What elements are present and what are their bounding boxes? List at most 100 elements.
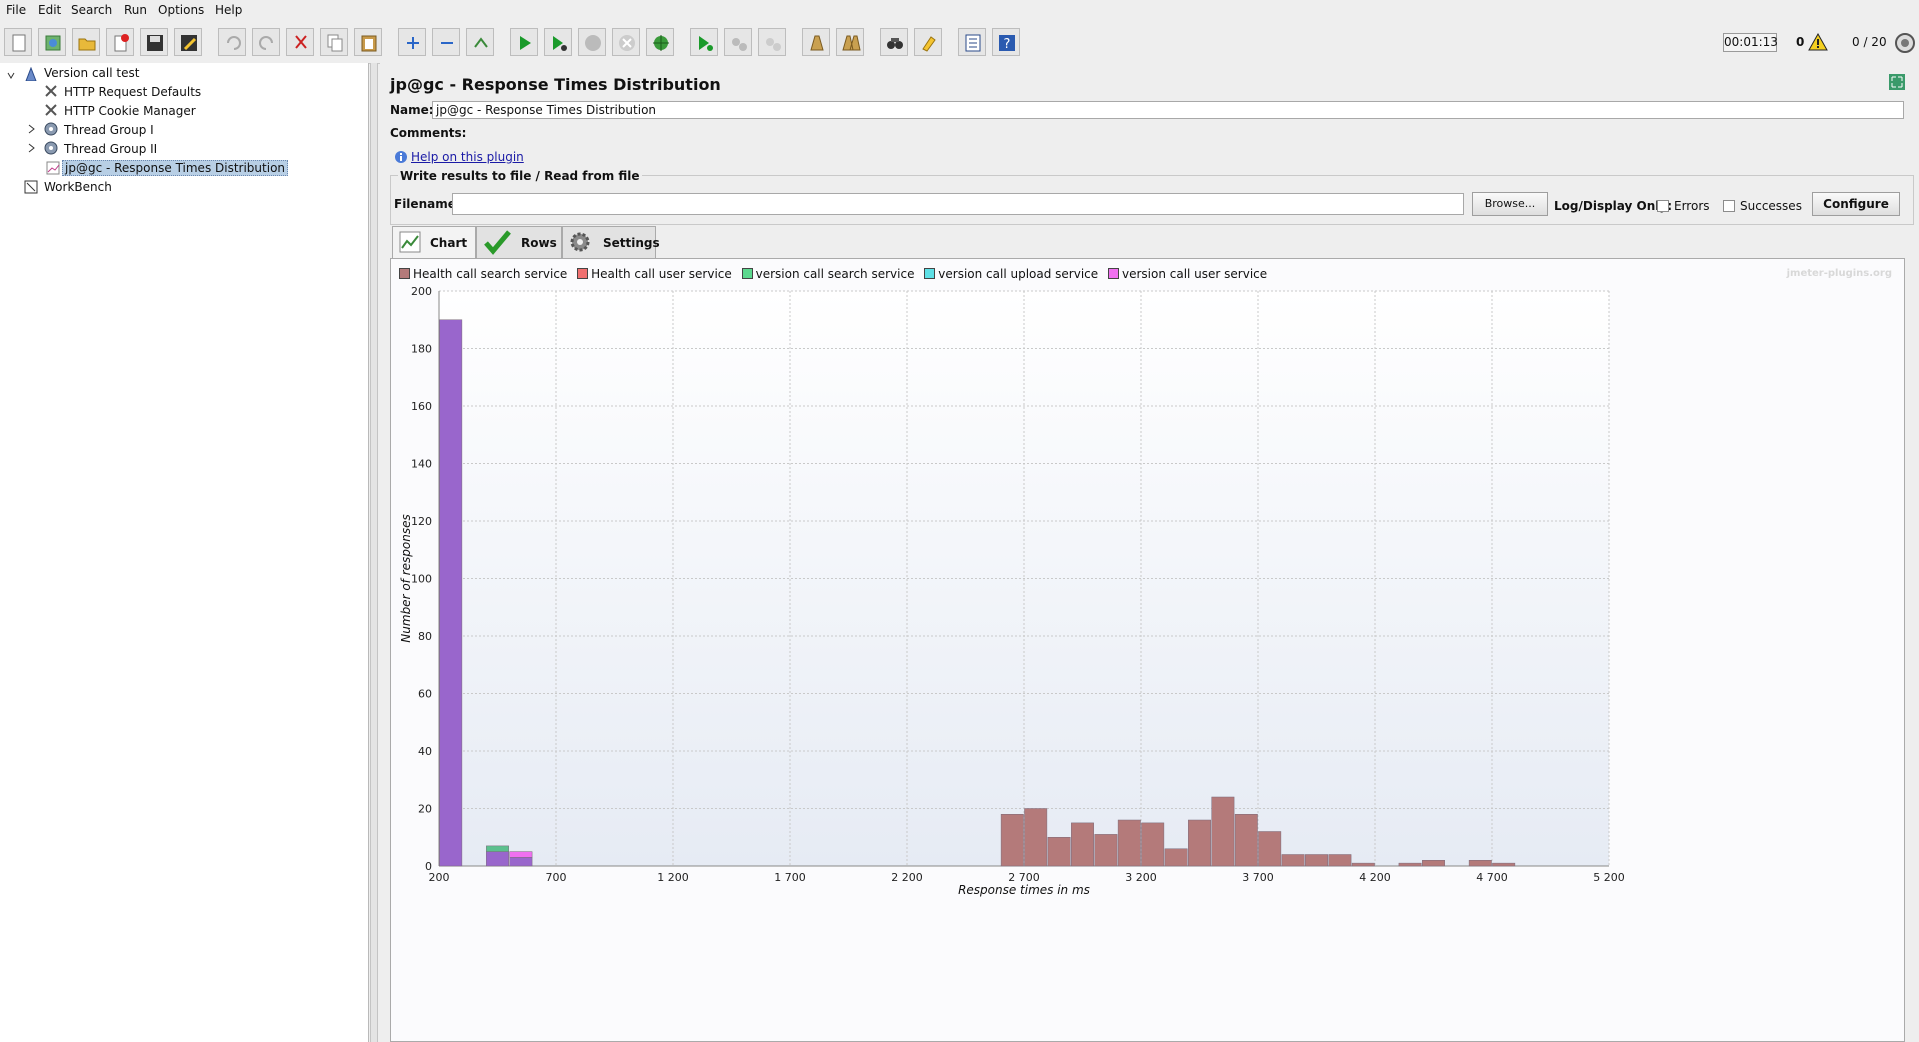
tab-rows[interactable]: Rows xyxy=(476,226,562,258)
expand-icon[interactable] xyxy=(398,28,426,56)
x-tick-label: 200 xyxy=(429,871,450,884)
y-tick-label: 20 xyxy=(418,803,432,816)
x-axis-label: Response times in ms xyxy=(958,883,1090,897)
tab-chart[interactable]: Chart xyxy=(392,226,476,258)
templates-icon[interactable] xyxy=(38,28,66,56)
chart-bar xyxy=(1328,854,1352,867)
remote-start-all-icon[interactable] xyxy=(690,28,718,56)
new-icon[interactable] xyxy=(4,28,32,56)
undo-icon[interactable] xyxy=(218,28,246,56)
chart-bar xyxy=(1094,834,1118,867)
clear-icon[interactable] xyxy=(802,28,830,56)
x-tick-label: 5 200 xyxy=(1593,871,1625,884)
chart-bar xyxy=(486,851,509,867)
maximize-icon[interactable] xyxy=(1888,73,1906,91)
configure-button[interactable]: Configure xyxy=(1812,192,1900,216)
errors-label: Errors xyxy=(1674,199,1710,213)
thread-group-gear-icon xyxy=(44,141,58,155)
save-icon[interactable] xyxy=(140,28,168,56)
help-link[interactable]: Help on this plugin xyxy=(411,150,524,164)
cut-icon[interactable] xyxy=(286,28,314,56)
menu-edit[interactable]: Edit xyxy=(38,3,61,17)
listener-panel: jp@gc - Response Times Distribution Name… xyxy=(380,63,1919,1042)
remote-shutdown-icon[interactable] xyxy=(758,28,786,56)
config-wrench-icon xyxy=(45,85,57,97)
remote-start-icon[interactable] xyxy=(646,28,674,56)
tree-item-cookie-manager[interactable]: HTTP Cookie Manager xyxy=(64,104,196,118)
tree-item-thread-group-1[interactable]: Thread Group I xyxy=(64,123,154,137)
menu-search[interactable]: Search xyxy=(71,3,112,17)
browse-button[interactable]: Browse... xyxy=(1472,192,1548,216)
paste-icon[interactable] xyxy=(354,28,382,56)
start-icon[interactable] xyxy=(510,28,538,56)
chart-bar xyxy=(1024,808,1048,867)
y-tick-label: 160 xyxy=(411,400,432,413)
x-tick-label: 700 xyxy=(546,871,567,884)
info-icon xyxy=(395,151,407,163)
chart-bar xyxy=(1211,796,1235,867)
expand-toggle-icon[interactable] xyxy=(26,142,40,156)
warning-icon[interactable] xyxy=(1808,33,1828,51)
chart-bar xyxy=(1117,819,1141,867)
remote-stop-icon[interactable] xyxy=(724,28,752,56)
toggle-icon[interactable] xyxy=(466,28,494,56)
menu-run[interactable]: Run xyxy=(124,3,147,17)
y-tick-label: 100 xyxy=(411,573,432,586)
collapse-icon[interactable] xyxy=(432,28,460,56)
status-globe-icon xyxy=(1895,33,1915,53)
open-icon[interactable] xyxy=(72,28,100,56)
y-tick-label: 40 xyxy=(418,745,432,758)
elapsed-time: 00:01:13 xyxy=(1723,33,1778,52)
redo-icon[interactable] xyxy=(252,28,280,56)
config-wrench-icon xyxy=(45,104,57,116)
save-as-icon[interactable] xyxy=(174,28,202,56)
tab-settings[interactable]: Settings xyxy=(562,226,660,258)
tab-chart-label: Chart xyxy=(430,236,468,250)
workbench-icon xyxy=(24,180,38,194)
comments-field[interactable] xyxy=(462,123,1905,141)
stop-icon[interactable] xyxy=(578,28,606,56)
menu-options[interactable]: Options xyxy=(158,3,204,17)
copy-icon[interactable] xyxy=(320,28,348,56)
name-field[interactable]: jp@gc - Response Times Distribution xyxy=(432,101,1904,119)
x-tick-label: 3 700 xyxy=(1242,871,1274,884)
chart-bar xyxy=(1422,860,1445,867)
tree-item-response-times-distribution[interactable]: jp@gc - Response Times Distribution xyxy=(62,160,289,176)
close-icon[interactable] xyxy=(106,28,134,56)
chart-bar xyxy=(1047,837,1071,867)
expand-toggle-icon[interactable] xyxy=(26,123,40,137)
search-icon[interactable] xyxy=(880,28,908,56)
errors-checkbox[interactable] xyxy=(1657,200,1669,212)
help-icon[interactable]: ? xyxy=(992,28,1020,56)
menu-bar: File Edit Search Run Options Help xyxy=(0,0,1919,20)
filename-label: Filename xyxy=(394,197,456,211)
chart-bar xyxy=(1492,862,1516,867)
split-pane-divider[interactable] xyxy=(370,63,378,1042)
y-tick-label: 180 xyxy=(411,343,432,356)
clear-all-icon[interactable] xyxy=(836,28,864,56)
x-tick-label: 1 700 xyxy=(774,871,806,884)
collapse-toggle-icon[interactable] xyxy=(4,69,18,83)
reset-search-icon[interactable] xyxy=(914,28,942,56)
tree-item-thread-group-2[interactable]: Thread Group II xyxy=(64,142,157,156)
tree-root-label[interactable]: Version call test xyxy=(44,66,139,80)
filename-input[interactable] xyxy=(452,193,1464,215)
active-threads: 0 / 20 xyxy=(1852,35,1887,49)
menu-help[interactable]: Help xyxy=(215,3,242,17)
chart-bar xyxy=(1398,862,1422,867)
chart-bar xyxy=(509,851,533,858)
checkmark-icon xyxy=(484,230,511,255)
svg-text:?: ? xyxy=(1004,37,1011,52)
start-no-pauses-icon[interactable] xyxy=(544,28,572,56)
chart-bar xyxy=(486,845,509,852)
shutdown-icon[interactable] xyxy=(612,28,640,56)
y-tick-label: 60 xyxy=(418,688,432,701)
function-helper-icon[interactable] xyxy=(958,28,986,56)
successes-checkbox[interactable] xyxy=(1723,200,1735,212)
chart-bar xyxy=(1351,862,1375,867)
tree-item-http-defaults[interactable]: HTTP Request Defaults xyxy=(64,85,201,99)
tree-workbench-label[interactable]: WorkBench xyxy=(44,180,112,194)
menu-file[interactable]: File xyxy=(6,3,26,17)
graph-listener-icon xyxy=(46,161,60,175)
chart-bar xyxy=(1468,860,1492,867)
